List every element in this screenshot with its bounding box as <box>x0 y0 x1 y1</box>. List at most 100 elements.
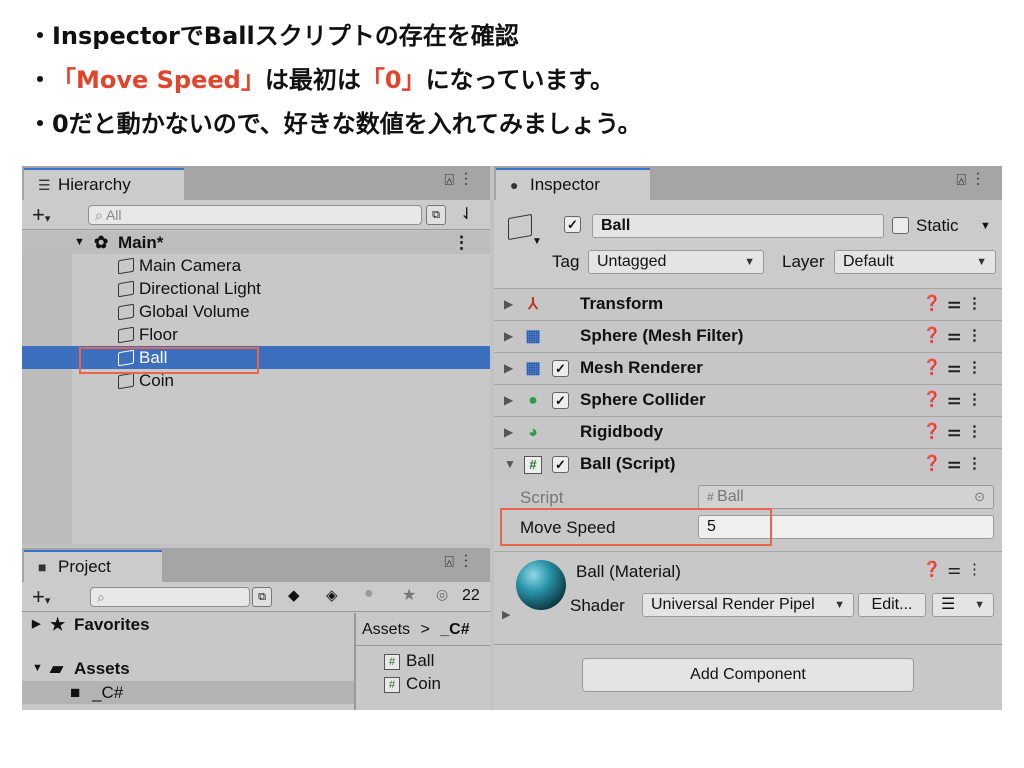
more-icon: ⋮ <box>967 561 988 578</box>
panel-actions[interactable]: ⍓⋮ <box>956 172 990 190</box>
hierarchy-item[interactable]: Global Volume <box>22 300 490 323</box>
expand-arrow-icon[interactable]: ▶ <box>502 608 510 621</box>
hierarchy-item[interactable]: Floor <box>22 323 490 346</box>
settings-icon[interactable]: ⚌ <box>948 327 967 344</box>
expand-arrow-icon[interactable]: ▶ <box>504 321 513 351</box>
expand-arrow-icon[interactable]: ▶ <box>504 353 513 383</box>
panel-actions[interactable]: ⍓⋮ <box>444 172 478 190</box>
eye-icon[interactable]: ◎ <box>436 586 448 603</box>
lock-icon[interactable]: ⍓ <box>444 554 464 571</box>
star-icon: ★ <box>50 615 66 634</box>
assets-row[interactable]: ▼ ▰ Assets <box>22 657 354 680</box>
more-icon[interactable]: ⋮ <box>967 391 988 408</box>
settings-icon[interactable]: ⚌ <box>948 391 967 408</box>
gameobject-icon <box>118 326 134 344</box>
more-icon[interactable]: ⋮ <box>967 359 988 376</box>
settings-icon[interactable]: ⚌ <box>948 423 967 440</box>
expand-arrow-icon[interactable]: ▶ <box>504 417 513 447</box>
collapse-arrow-icon[interactable]: ▼ <box>504 449 516 479</box>
more-icon[interactable]: ⋮ <box>453 231 470 254</box>
tag-dropdown[interactable]: Untagged ▼ <box>588 250 764 274</box>
tab-inspector[interactable]: ● Inspector <box>496 168 650 200</box>
project-file[interactable]: # Coin <box>384 672 441 695</box>
tab-hierarchy[interactable]: ☰ Hierarchy <box>24 168 184 200</box>
star-icon[interactable]: ★ <box>402 585 416 605</box>
more-icon[interactable]: ⋮ <box>967 295 988 312</box>
component-actions[interactable]: ❓⚌⋮ <box>923 417 988 447</box>
settings-icon[interactable]: ⚌ <box>948 455 967 472</box>
bullet-1: ・InspectorでBallスクリプトの存在を確認 <box>28 22 519 50</box>
more-icon[interactable]: ⋮ <box>967 423 988 440</box>
search-mode-button[interactable]: ⧉ <box>252 587 272 607</box>
settings-icon[interactable]: ⚌ <box>948 295 967 312</box>
component-enabled-checkbox[interactable]: ✓ <box>552 456 569 473</box>
component-actions[interactable]: ❓⚌⋮ <box>923 449 988 479</box>
tab-project[interactable]: ■ Project <box>24 550 162 582</box>
more-icon[interactable]: ⋮ <box>464 554 478 571</box>
rigidbody-icon: ◕ <box>528 424 538 441</box>
folder-c-row[interactable]: ■ _C# <box>22 681 354 704</box>
expand-arrow-icon[interactable]: ▶ <box>504 385 513 415</box>
hierarchy-item-label: Main Camera <box>139 256 242 275</box>
expand-arrow-icon[interactable]: ▶ <box>504 289 513 319</box>
component-header[interactable]: ▶ ⅄ Transform ❓⚌⋮ <box>494 288 1002 319</box>
object-name-field[interactable]: Ball <box>592 214 884 238</box>
mesh-filter-icon: ▦ <box>525 328 541 345</box>
component-name: Ball (Script) <box>580 454 676 473</box>
shader-options-button[interactable]: ☰ ▼ <box>932 593 994 617</box>
add-component-button[interactable]: Add Component <box>582 658 914 692</box>
more-icon[interactable]: ⋮ <box>464 172 478 189</box>
lock-icon[interactable]: ⍓ <box>444 172 464 189</box>
hierarchy-item[interactable]: Main Camera <box>22 254 490 277</box>
project-search-input[interactable]: ⌕ <box>90 587 250 607</box>
component-enabled-checkbox[interactable]: ✓ <box>552 360 569 377</box>
type-filter-icon[interactable]: ◆ <box>288 586 300 604</box>
material-actions[interactable]: ❓⚌⋮ <box>923 560 988 578</box>
component-header[interactable]: ▼ # ✓ Ball (Script) ❓⚌⋮ <box>494 448 1002 479</box>
script-icon: # <box>384 654 400 670</box>
more-icon[interactable]: ⋮ <box>967 455 988 472</box>
hierarchy-search-input[interactable]: ⌕ All <box>88 205 422 225</box>
label-filter-icon[interactable]: ◈ <box>326 586 338 604</box>
help-icon[interactable]: ❓ <box>923 455 948 472</box>
component-actions[interactable]: ❓⚌⋮ <box>923 321 988 351</box>
log-icon[interactable]: ● <box>364 585 374 603</box>
component-actions[interactable]: ❓⚌⋮ <box>923 353 988 383</box>
component-header[interactable]: ▶ ▦ ✓ Mesh Renderer ❓⚌⋮ <box>494 352 1002 383</box>
more-icon[interactable]: ⋮ <box>976 172 990 189</box>
settings-icon[interactable]: ⚌ <box>948 359 967 376</box>
layer-dropdown[interactable]: Default ▼ <box>834 250 996 274</box>
static-checkbox[interactable] <box>892 217 909 234</box>
help-icon[interactable]: ❓ <box>923 359 948 376</box>
gameobject-icon[interactable] <box>508 213 532 241</box>
panel-actions[interactable]: ⍓⋮ <box>444 554 478 572</box>
chevron-down-icon[interactable]: ▼ <box>980 220 991 232</box>
hierarchy-item[interactable]: Directional Light <box>22 277 490 300</box>
component-header[interactable]: ▶ ◕ Rigidbody ❓⚌⋮ <box>494 416 1002 447</box>
component-actions[interactable]: ❓⚌⋮ <box>923 289 988 319</box>
project-file[interactable]: # Ball <box>384 649 434 672</box>
search-mode-button[interactable]: ⧉ <box>426 205 446 225</box>
help-icon[interactable]: ❓ <box>923 295 948 312</box>
active-checkbox[interactable]: ✓ <box>564 216 581 233</box>
hierarchy-item-label: Global Volume <box>139 302 250 321</box>
more-icon[interactable]: ⋮ <box>967 327 988 344</box>
edit-shader-button[interactable]: Edit... <box>858 593 926 617</box>
create-button[interactable]: +▾ <box>32 584 50 610</box>
lock-icon[interactable]: ⍓ <box>956 172 976 189</box>
scene-row[interactable]: ▼ ✿ Main* ⋮ <box>22 231 490 254</box>
component-enabled-checkbox[interactable]: ✓ <box>552 392 569 409</box>
shader-dropdown[interactable]: Universal Render Pipel ▼ <box>642 593 854 617</box>
component-header[interactable]: ▶ ▦ Sphere (Mesh Filter) ❓⚌⋮ <box>494 320 1002 351</box>
component-actions[interactable]: ❓⚌⋮ <box>923 385 988 415</box>
sort-icon[interactable]: ⇃ <box>460 204 473 224</box>
create-button[interactable]: +▾ <box>32 202 50 228</box>
help-icon[interactable]: ❓ <box>923 327 948 344</box>
collapse-arrow-icon[interactable]: ▼ <box>74 231 85 254</box>
chevron-down-icon[interactable]: ▼ <box>532 236 542 247</box>
help-icon[interactable]: ❓ <box>923 391 948 408</box>
help-icon[interactable]: ❓ <box>923 423 948 440</box>
component-header[interactable]: ▶ ● ✓ Sphere Collider ❓⚌⋮ <box>494 384 1002 415</box>
hierarchy-list: ▼ ✿ Main* ⋮ Main Camera Directional Light… <box>22 231 490 544</box>
favorites-row[interactable]: ▶ ★ Favorites <box>22 613 354 636</box>
